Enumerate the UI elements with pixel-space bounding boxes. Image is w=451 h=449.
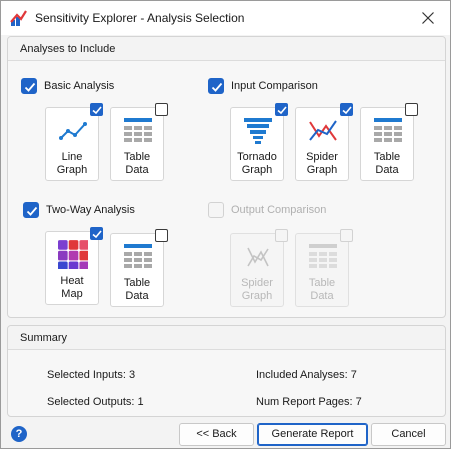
output-spider-graph-tile: Spider Graph (230, 229, 288, 307)
checkbox-checked-icon (21, 78, 37, 94)
spider-graph-icon (309, 120, 337, 141)
input-table-data-tile[interactable]: Table Data (360, 103, 418, 181)
tornado-graph-icon (244, 118, 272, 144)
tile-label: Spider Graph (241, 277, 273, 302)
help-icon[interactable]: ? (11, 426, 27, 442)
tile-checkbox-checked[interactable] (90, 227, 103, 240)
tile-checkbox-unchecked[interactable] (405, 103, 418, 116)
input-tornado-graph-tile[interactable]: Tornado Graph (230, 103, 288, 181)
basic-analysis-label: Basic Analysis (44, 80, 115, 92)
output-comparison-label: Output Comparison (231, 204, 327, 216)
title-bar: Sensitivity Explorer - Analysis Selectio… (1, 1, 450, 35)
selected-inputs-text: Selected Inputs: 3 (47, 369, 136, 381)
tile-checkbox-disabled (275, 229, 288, 242)
output-table-data-tile: Table Data (295, 229, 353, 307)
basic-line-graph-tile[interactable]: Line Graph (45, 103, 103, 181)
tile-checkbox-checked[interactable] (340, 103, 353, 116)
selected-outputs-text: Selected Outputs: 1 (47, 396, 144, 408)
analyses-panel-header: Analyses to Include (8, 37, 445, 61)
tile-checkbox-disabled (340, 229, 353, 242)
tile-label: Table Data (123, 277, 151, 302)
generate-report-button[interactable]: Generate Report (257, 423, 368, 446)
spider-graph-icon (247, 247, 269, 267)
tile-checkbox-checked[interactable] (90, 103, 103, 116)
back-button[interactable]: << Back (179, 423, 254, 446)
basic-table-data-tile[interactable]: Table Data (110, 103, 168, 181)
two-way-analysis-label: Two-Way Analysis (46, 204, 135, 216)
input-spider-graph-tile[interactable]: Spider Graph (295, 103, 353, 181)
checkbox-checked-icon (208, 78, 224, 94)
basic-analysis-checkbox[interactable]: Basic Analysis (21, 78, 114, 94)
twoway-table-data-tile[interactable]: Table Data (110, 229, 168, 307)
input-comparison-label: Input Comparison (231, 80, 318, 92)
table-data-icon (309, 244, 337, 268)
tile-label: Table Data (373, 151, 401, 176)
summary-panel-title: Summary (20, 332, 68, 344)
tile-label: Table Data (123, 151, 151, 176)
tile-checkbox-unchecked[interactable] (155, 103, 168, 116)
tile-checkbox-unchecked[interactable] (155, 229, 168, 242)
output-comparison-checkbox: Output Comparison (208, 202, 326, 218)
tile-label: Line Graph (56, 151, 88, 176)
cancel-button[interactable]: Cancel (371, 423, 446, 446)
analyses-panel-title: Analyses to Include (20, 43, 116, 55)
line-graph-icon (59, 122, 87, 140)
checkbox-checked-icon (23, 202, 39, 218)
two-way-analysis-checkbox[interactable]: Two-Way Analysis (23, 202, 135, 218)
app-icon (10, 10, 27, 27)
dialog-window: Sensitivity Explorer - Analysis Selectio… (0, 0, 451, 449)
input-comparison-checkbox[interactable]: Input Comparison (208, 78, 318, 94)
included-analyses-text: Included Analyses: 7 (256, 369, 357, 381)
tile-label: Spider Graph (306, 151, 338, 176)
twoway-heat-map-tile[interactable]: Heat Map (45, 227, 103, 305)
close-button[interactable] (412, 4, 444, 32)
tile-label: Tornado Graph (237, 151, 277, 176)
heat-map-icon (58, 240, 88, 269)
window-title: Sensitivity Explorer - Analysis Selectio… (35, 11, 245, 25)
tile-label: Table Data (308, 277, 336, 302)
tile-checkbox-checked[interactable] (275, 103, 288, 116)
close-icon (422, 12, 434, 24)
num-report-pages-text: Num Report Pages: 7 (256, 396, 362, 408)
table-data-icon (124, 118, 152, 142)
checkbox-disabled-icon (208, 202, 224, 218)
table-data-icon (374, 118, 402, 142)
summary-panel-header: Summary (8, 326, 445, 350)
tile-label: Heat Map (60, 275, 84, 300)
table-data-icon (124, 244, 152, 268)
